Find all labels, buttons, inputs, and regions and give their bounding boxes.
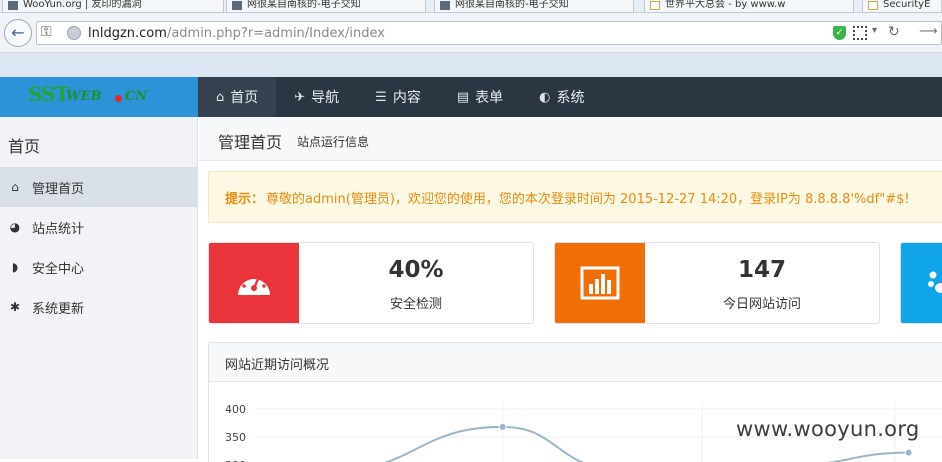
- top-nav-label: 首页: [230, 90, 259, 106]
- home-icon: ⌂: [11, 180, 19, 194]
- browser-tab-title: SecurityE: [883, 0, 931, 10]
- welcome-alert: 提示： 尊敬的admin(管理员)，欢迎您的使用，您的本次登录时间为 2015-…: [208, 171, 942, 223]
- browser-tab-title: 世界平大总会 - by www.w: [665, 0, 786, 10]
- file-icon: ▤: [456, 89, 470, 105]
- stat-card-partial[interactable]: [900, 242, 942, 324]
- browser-tab[interactable]: SecurityE: [862, 0, 942, 13]
- doc-icon: [650, 1, 660, 10]
- sidebar-item-site-stats[interactable]: ◕ 站点统计: [0, 207, 197, 247]
- watermark: www.wooyun.org: [736, 417, 920, 441]
- chart-data-point[interactable]: [498, 422, 507, 431]
- stat-icon-box: [901, 243, 942, 323]
- dashboard-icon: ◐: [539, 89, 551, 105]
- security-shield-icon[interactable]: ✓: [833, 26, 846, 40]
- chart-y-tick-label: 350: [225, 431, 246, 444]
- stat-value: 147: [737, 257, 786, 283]
- top-nav-item-navigation[interactable]: ✈ 导航: [276, 77, 357, 117]
- page-header: 管理首页 站点运行信息: [199, 117, 942, 161]
- sidebar-item-label: 站点统计: [32, 221, 85, 237]
- top-nav-item-forms[interactable]: ▤ 表单: [439, 77, 521, 117]
- globe-icon: [67, 26, 81, 40]
- visits-panel: 网站近期访问概况 400350300: [208, 342, 942, 462]
- url-text: lnldgzn.com/admin.php?r=admin/Index/inde…: [88, 26, 385, 41]
- stat-card-visits[interactable]: 147 今日网站访问: [554, 242, 880, 324]
- page-subtitle: 站点运行信息: [297, 135, 370, 149]
- sidebar-item-label: 管理首页: [32, 181, 85, 197]
- paw-icon: [928, 271, 942, 293]
- stat-icon-box: [209, 243, 299, 323]
- app-icon: [440, 1, 450, 10]
- list-icon: ☰: [375, 89, 387, 105]
- alert-label: 提示：: [225, 191, 265, 207]
- admin-header: SST WEB CN ⌂ 首页 ✈ 导航 ☰ 内容 ▤ 表单 ◐ 系统: [0, 77, 942, 117]
- browser-navbar: ← ⚿ lnldgzn.com/admin.php?r=admin/Index/…: [0, 13, 942, 53]
- sidebar-item-security[interactable]: ◗ 安全中心: [0, 247, 197, 287]
- browser-tab-title: 网很某自南核的-电子交知: [455, 0, 569, 10]
- top-nav-item-home[interactable]: ⌂ 首页: [198, 77, 277, 117]
- sidebar-item-admin-home[interactable]: ⌂ 管理首页: [0, 167, 197, 207]
- logo-dot: [115, 95, 122, 102]
- sidebar-title: 首页: [8, 137, 41, 156]
- home-icon: ⌂: [216, 89, 225, 105]
- browser-tab[interactable]: 世界平大总会 - by www.w: [644, 0, 854, 13]
- dropdown-arrow-icon[interactable]: ▾: [872, 25, 877, 36]
- back-button[interactable]: ←: [4, 19, 32, 47]
- logo-text: SST: [28, 82, 69, 106]
- bookmark-bar: [0, 53, 942, 77]
- sidebar: 首页 ⌂ 管理首页 ◕ 站点统计 ◗ 安全中心 ✱ 系统更新: [0, 117, 198, 459]
- bar-chart-icon: [580, 266, 620, 300]
- browser-tab[interactable]: 网很某自南核的-电子交知: [226, 0, 426, 13]
- alert-text: 尊敬的admin(管理员)，欢迎您的使用，您的本次登录时间为 2015-12-2…: [266, 191, 910, 207]
- page-title: 管理首页: [218, 133, 283, 152]
- top-nav-item-system[interactable]: ◐ 系统: [521, 77, 602, 117]
- sidebar-item-label: 安全中心: [32, 261, 85, 277]
- top-nav-label: 内容: [392, 90, 421, 106]
- browser-tab-strip: WooYun.org | 友印的漏洞 网很某自南核的-电子交知 网很某自南核的-…: [0, 0, 942, 13]
- dashboard-icon: ◕: [9, 220, 21, 234]
- top-nav-label: 表单: [475, 90, 504, 106]
- logo-text: CN: [125, 89, 148, 104]
- stat-caption: 今日网站访问: [722, 297, 801, 312]
- top-nav-item-content[interactable]: ☰ 内容: [357, 77, 439, 117]
- browser-tab-title: WooYun.org | 友印的漏洞: [23, 0, 142, 10]
- chart-data-point[interactable]: [904, 448, 913, 457]
- top-nav-label: 系统: [556, 90, 585, 106]
- browser-tab[interactable]: WooYun.org | 友印的漏洞: [2, 0, 224, 13]
- panel-title: 网站近期访问概况: [225, 358, 330, 373]
- speedometer-icon: [238, 273, 270, 295]
- sidebar-item-system-update[interactable]: ✱ 系统更新: [0, 287, 197, 327]
- stat-value: 40%: [388, 257, 444, 283]
- qr-code-icon[interactable]: [853, 26, 867, 40]
- panel-header: 网站近期访问概况: [209, 343, 942, 382]
- doc-icon: [868, 1, 878, 10]
- top-nav-label: 导航: [311, 90, 340, 106]
- app-icon: [8, 1, 18, 10]
- bug-icon: ✱: [9, 300, 21, 314]
- sidebar-item-label: 系统更新: [32, 301, 85, 317]
- back-arrow-icon: ←: [11, 23, 25, 42]
- stat-icon-box: [555, 243, 645, 323]
- app-icon: [232, 1, 242, 10]
- stat-card-security[interactable]: 40% 安全检测: [208, 242, 534, 324]
- refresh-icon[interactable]: ↻: [888, 24, 900, 40]
- chart-y-tick-label: 400: [225, 403, 246, 416]
- logo-text: WEB: [66, 89, 102, 104]
- stat-caption: 安全检测: [389, 297, 442, 312]
- shield-icon: ◗: [11, 260, 19, 274]
- road-icon: ✈: [294, 89, 306, 105]
- site-logo[interactable]: SST WEB CN: [0, 77, 198, 117]
- main-content: 管理首页 站点运行信息 提示： 尊敬的admin(管理员)，欢迎您的使用，您的本…: [199, 117, 942, 462]
- browser-tab-title: 网很某自南核的-电子交知: [247, 0, 361, 10]
- key-icon: ⚿: [41, 24, 52, 40]
- browser-tab[interactable]: 网很某自南核的-电子交知: [434, 0, 634, 13]
- top-nav: ⌂ 首页 ✈ 导航 ☰ 内容 ▤ 表单 ◐ 系统: [198, 77, 602, 117]
- address-bar[interactable]: ⚿ lnldgzn.com/admin.php?r=admin/Index/in…: [36, 21, 942, 45]
- go-forward-icon[interactable]: ⟶: [919, 24, 938, 39]
